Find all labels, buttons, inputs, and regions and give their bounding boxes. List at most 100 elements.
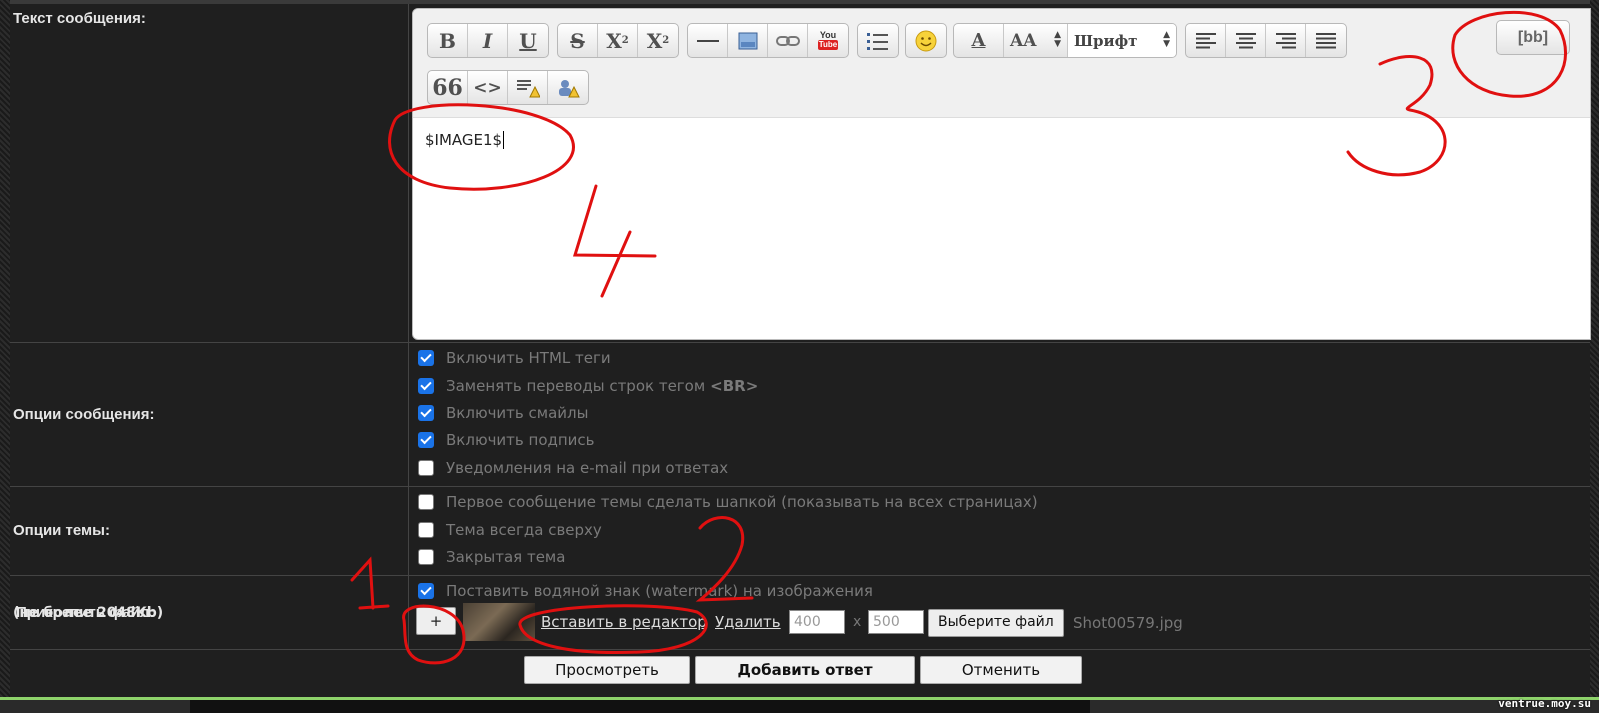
insert-into-editor-link[interactable]: Вставить в редактор: [541, 613, 707, 631]
horizontal-rule-icon[interactable]: [688, 24, 728, 57]
bb-mode-button[interactable]: [bb]: [1496, 20, 1570, 55]
hide-icon[interactable]: [548, 71, 588, 104]
add-file-button[interactable]: +: [416, 607, 456, 635]
size-separator: x: [853, 614, 862, 630]
footer-center: [190, 700, 1090, 713]
checkbox-signature[interactable]: [418, 432, 434, 448]
option-pin-first-label: Первое сообщение темы сделать шапкой (по…: [446, 493, 1038, 511]
attach-title: Прикрепить файл:: [16, 604, 155, 621]
page-footer: [0, 700, 1599, 713]
attach-row: Прикрепить файл: (не более 2048Kb) Поста…: [10, 575, 1590, 650]
subscript-button[interactable]: X2: [638, 24, 678, 57]
code-icon[interactable]: <>: [468, 71, 508, 104]
submit-reply-button[interactable]: Добавить ответ: [695, 656, 915, 684]
youtube-text-top: You: [819, 30, 837, 40]
font-family-label: Шрифт: [1074, 31, 1138, 50]
bold-button[interactable]: B: [428, 24, 468, 57]
choose-file-button[interactable]: Выберите файл: [928, 609, 1064, 637]
delete-attachment-link[interactable]: Удалить: [715, 613, 781, 631]
smiley-group: [905, 23, 947, 58]
option-email-notify-label: Уведомления на e-mail при ответах: [446, 459, 729, 477]
option-closed-label: Закрытая тема: [446, 548, 566, 566]
checkbox-sticky[interactable]: [418, 522, 434, 538]
topic-options-label: Опции темы:: [13, 522, 110, 539]
attachment-thumbnail: [463, 603, 535, 641]
image-height-input[interactable]: 500: [868, 610, 924, 634]
checkbox-email-notify[interactable]: [418, 460, 434, 476]
align-group: [1185, 23, 1347, 58]
option-html-label: Включить HTML теги: [446, 349, 611, 367]
message-textarea[interactable]: $IMAGE1$: [425, 131, 505, 149]
font-size-label: AA: [1010, 30, 1037, 51]
image-icon[interactable]: [728, 24, 768, 57]
spoiler-icon[interactable]: [508, 71, 548, 104]
font-family-arrows-icon: ▲ ▼: [1163, 30, 1170, 49]
message-text-label-cell: Текст сообщения:: [10, 4, 409, 342]
checkbox-watermark[interactable]: [418, 583, 434, 599]
checkbox-pin-first[interactable]: [418, 494, 434, 510]
font-color-icon[interactable]: A: [954, 24, 1004, 57]
option-smileys-label: Включить смайлы: [446, 404, 589, 422]
attach-label: Прикрепить файл: (не более 2048Kb): [13, 604, 163, 621]
option-signature[interactable]: Включить подпись: [418, 430, 595, 450]
font-family-select[interactable]: Шрифт ▲ ▼: [1068, 24, 1176, 57]
bullet-list-icon[interactable]: [858, 24, 898, 57]
option-sticky[interactable]: Тема всегда сверху: [418, 520, 602, 540]
editor-cell: B I U S X2 X2 You Tube A AA ▲ ▼ Шрифт ▲ …: [409, 4, 1591, 342]
subscript-label: X: [646, 28, 663, 53]
br-tag: <BR>: [710, 377, 759, 395]
insert-group: You Tube: [687, 23, 849, 58]
attach-label-cell: Прикрепить файл: (не более 2048Kb): [10, 575, 409, 649]
topic-options-cell: Первое сообщение темы сделать шапкой (по…: [409, 486, 1590, 575]
link-icon[interactable]: [768, 24, 808, 57]
align-left-icon[interactable]: [1186, 24, 1226, 57]
site-watermark: ventrue.moy.su: [1498, 697, 1591, 710]
file-name: Shot00579.jpg: [1073, 614, 1183, 632]
option-signature-label: Включить подпись: [446, 431, 595, 449]
font-size-arrows-icon: ▲ ▼: [1054, 30, 1061, 49]
checkbox-html[interactable]: [418, 350, 434, 366]
topic-options-label-cell: Опции темы:: [10, 486, 409, 575]
underline-button[interactable]: U: [508, 24, 548, 57]
smiley-icon[interactable]: [906, 24, 946, 57]
attach-cell: Поставить водяной знак (watermark) на из…: [409, 575, 1590, 649]
checkbox-closed[interactable]: [418, 549, 434, 565]
cancel-button[interactable]: Отменить: [920, 656, 1082, 684]
block-group: 66 <>: [427, 70, 589, 105]
font-size-select[interactable]: AA ▲ ▼: [1004, 24, 1068, 57]
checkbox-smileys[interactable]: [418, 405, 434, 421]
subscript-mark: 2: [662, 35, 670, 46]
topic-options-row: Опции темы: Первое сообщение темы сделат…: [10, 486, 1590, 576]
align-justify-icon[interactable]: [1306, 24, 1346, 57]
option-smileys[interactable]: Включить смайлы: [418, 403, 588, 423]
message-options-label-cell: Опции сообщения:: [10, 342, 409, 486]
italic-button[interactable]: I: [468, 24, 508, 57]
left-background: [0, 0, 10, 713]
image-width-input[interactable]: 400: [789, 610, 845, 634]
option-br-label: Заменять переводы строк тегом: [446, 377, 706, 395]
option-closed[interactable]: Закрытая тема: [418, 547, 565, 567]
strike-button[interactable]: S: [558, 24, 598, 57]
script-group: S X2 X2: [557, 23, 679, 58]
editor-toolbar: B I U S X2 X2 You Tube A AA ▲ ▼ Шрифт ▲ …: [413, 9, 1590, 118]
align-center-icon[interactable]: [1226, 24, 1266, 57]
message-text-label: Текст сообщения:: [13, 10, 146, 27]
preview-button[interactable]: Просмотреть: [524, 656, 690, 684]
option-watermark-label: Поставить водяной знак (watermark) на из…: [446, 582, 873, 600]
bbcode-editor: B I U S X2 X2 You Tube A AA ▲ ▼ Шрифт ▲ …: [412, 8, 1591, 340]
message-text-row: Текст сообщения: B I U S X2 X2 You Tube …: [10, 4, 1591, 343]
option-watermark[interactable]: Поставить водяной знак (watermark) на из…: [418, 581, 873, 601]
superscript-button[interactable]: X2: [598, 24, 638, 57]
quote-icon[interactable]: 66: [428, 71, 468, 104]
youtube-text-bottom: Tube: [817, 40, 839, 50]
font-group: A AA ▲ ▼ Шрифт ▲ ▼: [953, 23, 1177, 58]
youtube-icon[interactable]: You Tube: [808, 24, 848, 57]
checkbox-br[interactable]: [418, 378, 434, 394]
option-email-notify[interactable]: Уведомления на e-mail при ответах: [418, 458, 728, 478]
option-br[interactable]: Заменять переводы строк тегом <BR>: [418, 376, 758, 396]
message-options-row: Опции сообщения: Включить HTML теги Заме…: [10, 342, 1590, 487]
message-content: $IMAGE1$: [425, 131, 503, 149]
option-pin-first[interactable]: Первое сообщение темы сделать шапкой (по…: [418, 492, 1038, 512]
align-right-icon[interactable]: [1266, 24, 1306, 57]
option-html[interactable]: Включить HTML теги: [418, 348, 611, 368]
